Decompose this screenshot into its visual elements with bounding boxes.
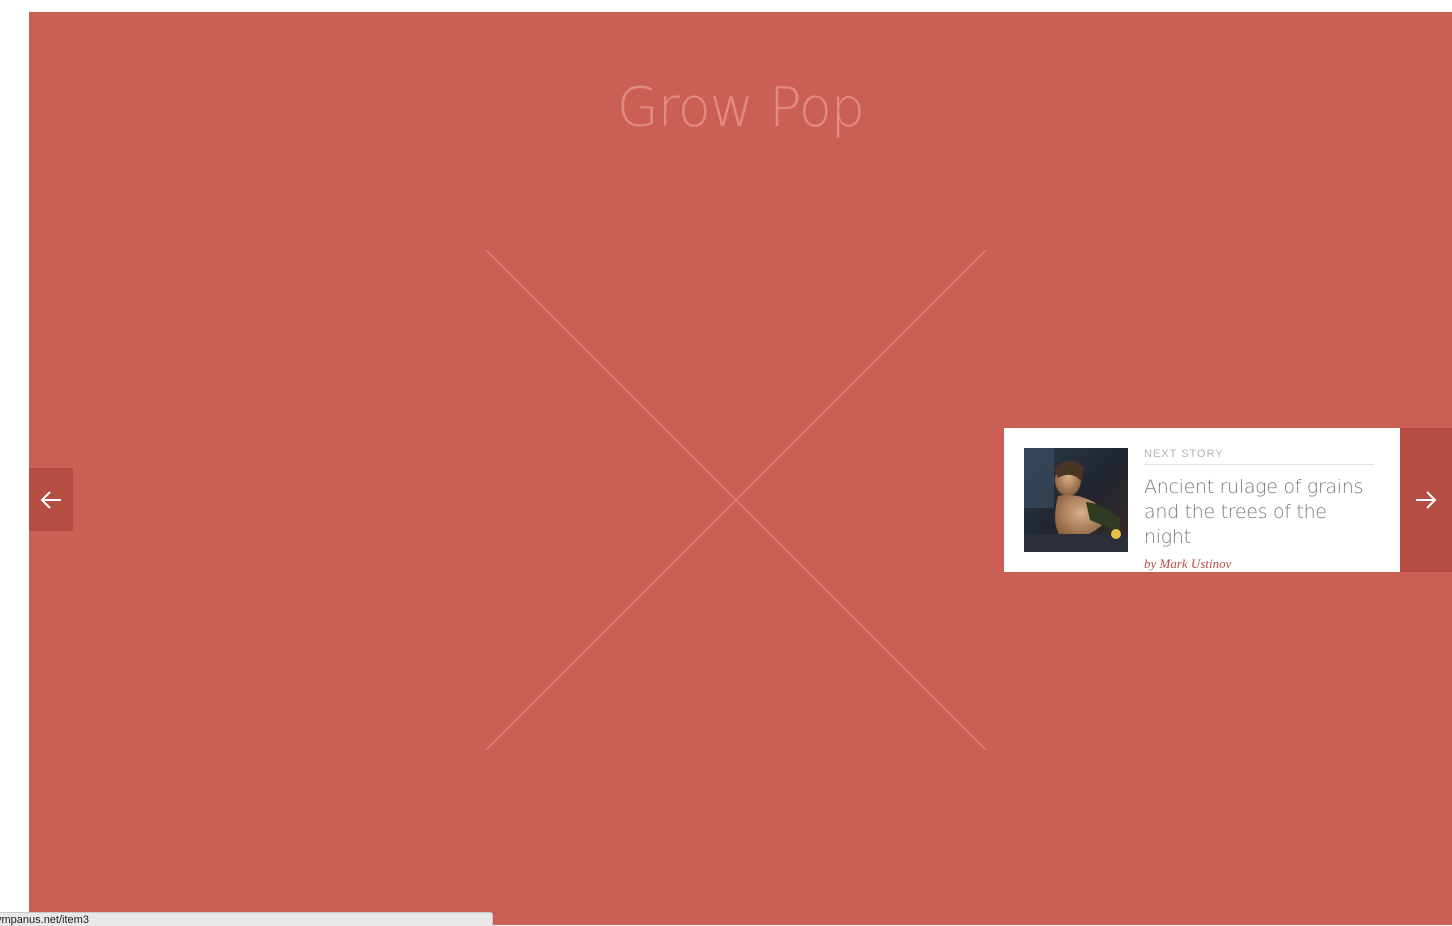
- arrow-left-icon: [40, 490, 61, 509]
- story-thumbnail: [1024, 448, 1128, 552]
- next-story-title[interactable]: Ancient rulage of grains and the trees o…: [1144, 475, 1374, 550]
- slide-stage: Grow Pop NEXT STORY Ancient rulage of gr…: [29, 12, 1452, 925]
- prev-story-button[interactable]: [29, 468, 73, 531]
- browser-status-bar: ympanus.net/item3: [0, 912, 493, 926]
- next-story-button[interactable]: [1400, 428, 1452, 572]
- placeholder-cross: [486, 250, 986, 750]
- next-story-author: by Mark Ustinov: [1144, 556, 1232, 571]
- arrow-right-icon: [1416, 491, 1437, 509]
- next-story-text: NEXT STORY Ancient rulage of grains and …: [1144, 448, 1374, 572]
- next-story-card[interactable]: NEXT STORY Ancient rulage of grains and …: [1004, 428, 1400, 572]
- next-story-label: NEXT STORY: [1144, 448, 1374, 465]
- page-title: Grow Pop: [616, 76, 865, 139]
